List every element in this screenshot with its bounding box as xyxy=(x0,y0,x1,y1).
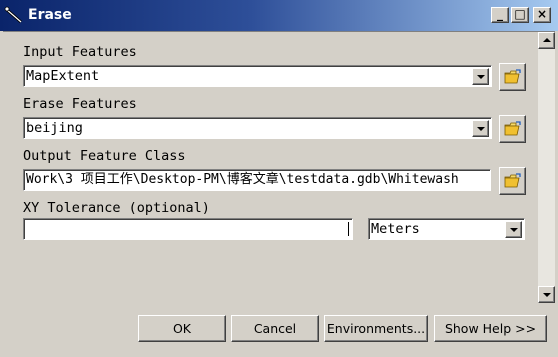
window-title: Erase xyxy=(28,7,72,23)
output-feature-class-label: Output Feature Class xyxy=(23,148,186,164)
xy-tolerance-unit-value: Meters xyxy=(371,221,420,237)
cancel-button[interactable]: Cancel xyxy=(231,315,319,342)
erase-features-combo[interactable]: beijing xyxy=(23,117,492,139)
input-features-dropdown-arrow[interactable] xyxy=(472,68,489,85)
maximize-button[interactable]: □ xyxy=(511,7,529,23)
environments-button[interactable]: Environments... xyxy=(324,315,428,342)
input-features-label: Input Features xyxy=(23,44,137,60)
scroll-down-arrow[interactable] xyxy=(538,286,555,303)
close-button[interactable]: × xyxy=(533,7,551,23)
open-folder-icon xyxy=(504,69,521,84)
erase-features-label: Erase Features xyxy=(23,96,137,112)
input-features-browse-button[interactable] xyxy=(499,63,526,91)
input-features-value: MapExtent xyxy=(26,68,100,84)
xy-tolerance-unit-combo[interactable]: Meters xyxy=(368,218,525,240)
scroll-up-arrow[interactable] xyxy=(538,32,555,49)
erase-features-value: beijing xyxy=(26,120,83,136)
open-folder-icon xyxy=(504,173,521,188)
title-bar[interactable]: Erase _ □ × xyxy=(0,0,558,31)
output-feature-class-value: Work\3 项目工作\Desktop-PM\博客文章\testdata.gdb… xyxy=(26,172,459,187)
output-feature-class-browse-button[interactable] xyxy=(499,167,526,195)
text-cursor xyxy=(348,222,349,236)
xy-tolerance-input[interactable] xyxy=(23,218,353,240)
ok-button[interactable]: OK xyxy=(138,315,226,342)
vertical-scrollbar[interactable] xyxy=(538,32,555,303)
erase-tool-icon xyxy=(4,6,24,24)
xy-tolerance-label: XY Tolerance (optional) xyxy=(23,200,210,216)
minimize-button[interactable]: _ xyxy=(491,7,509,23)
input-features-combo[interactable]: MapExtent xyxy=(23,65,492,87)
open-folder-icon xyxy=(504,121,521,136)
unit-dropdown-arrow[interactable] xyxy=(505,221,522,238)
erase-features-browse-button[interactable] xyxy=(499,115,526,143)
parameters-panel: Input Features MapExtent Erase Features … xyxy=(3,31,555,303)
output-feature-class-input[interactable]: Work\3 项目工作\Desktop-PM\博客文章\testdata.gdb… xyxy=(23,169,491,191)
show-help-button[interactable]: Show Help >> xyxy=(434,315,547,342)
erase-features-dropdown-arrow[interactable] xyxy=(472,120,489,137)
